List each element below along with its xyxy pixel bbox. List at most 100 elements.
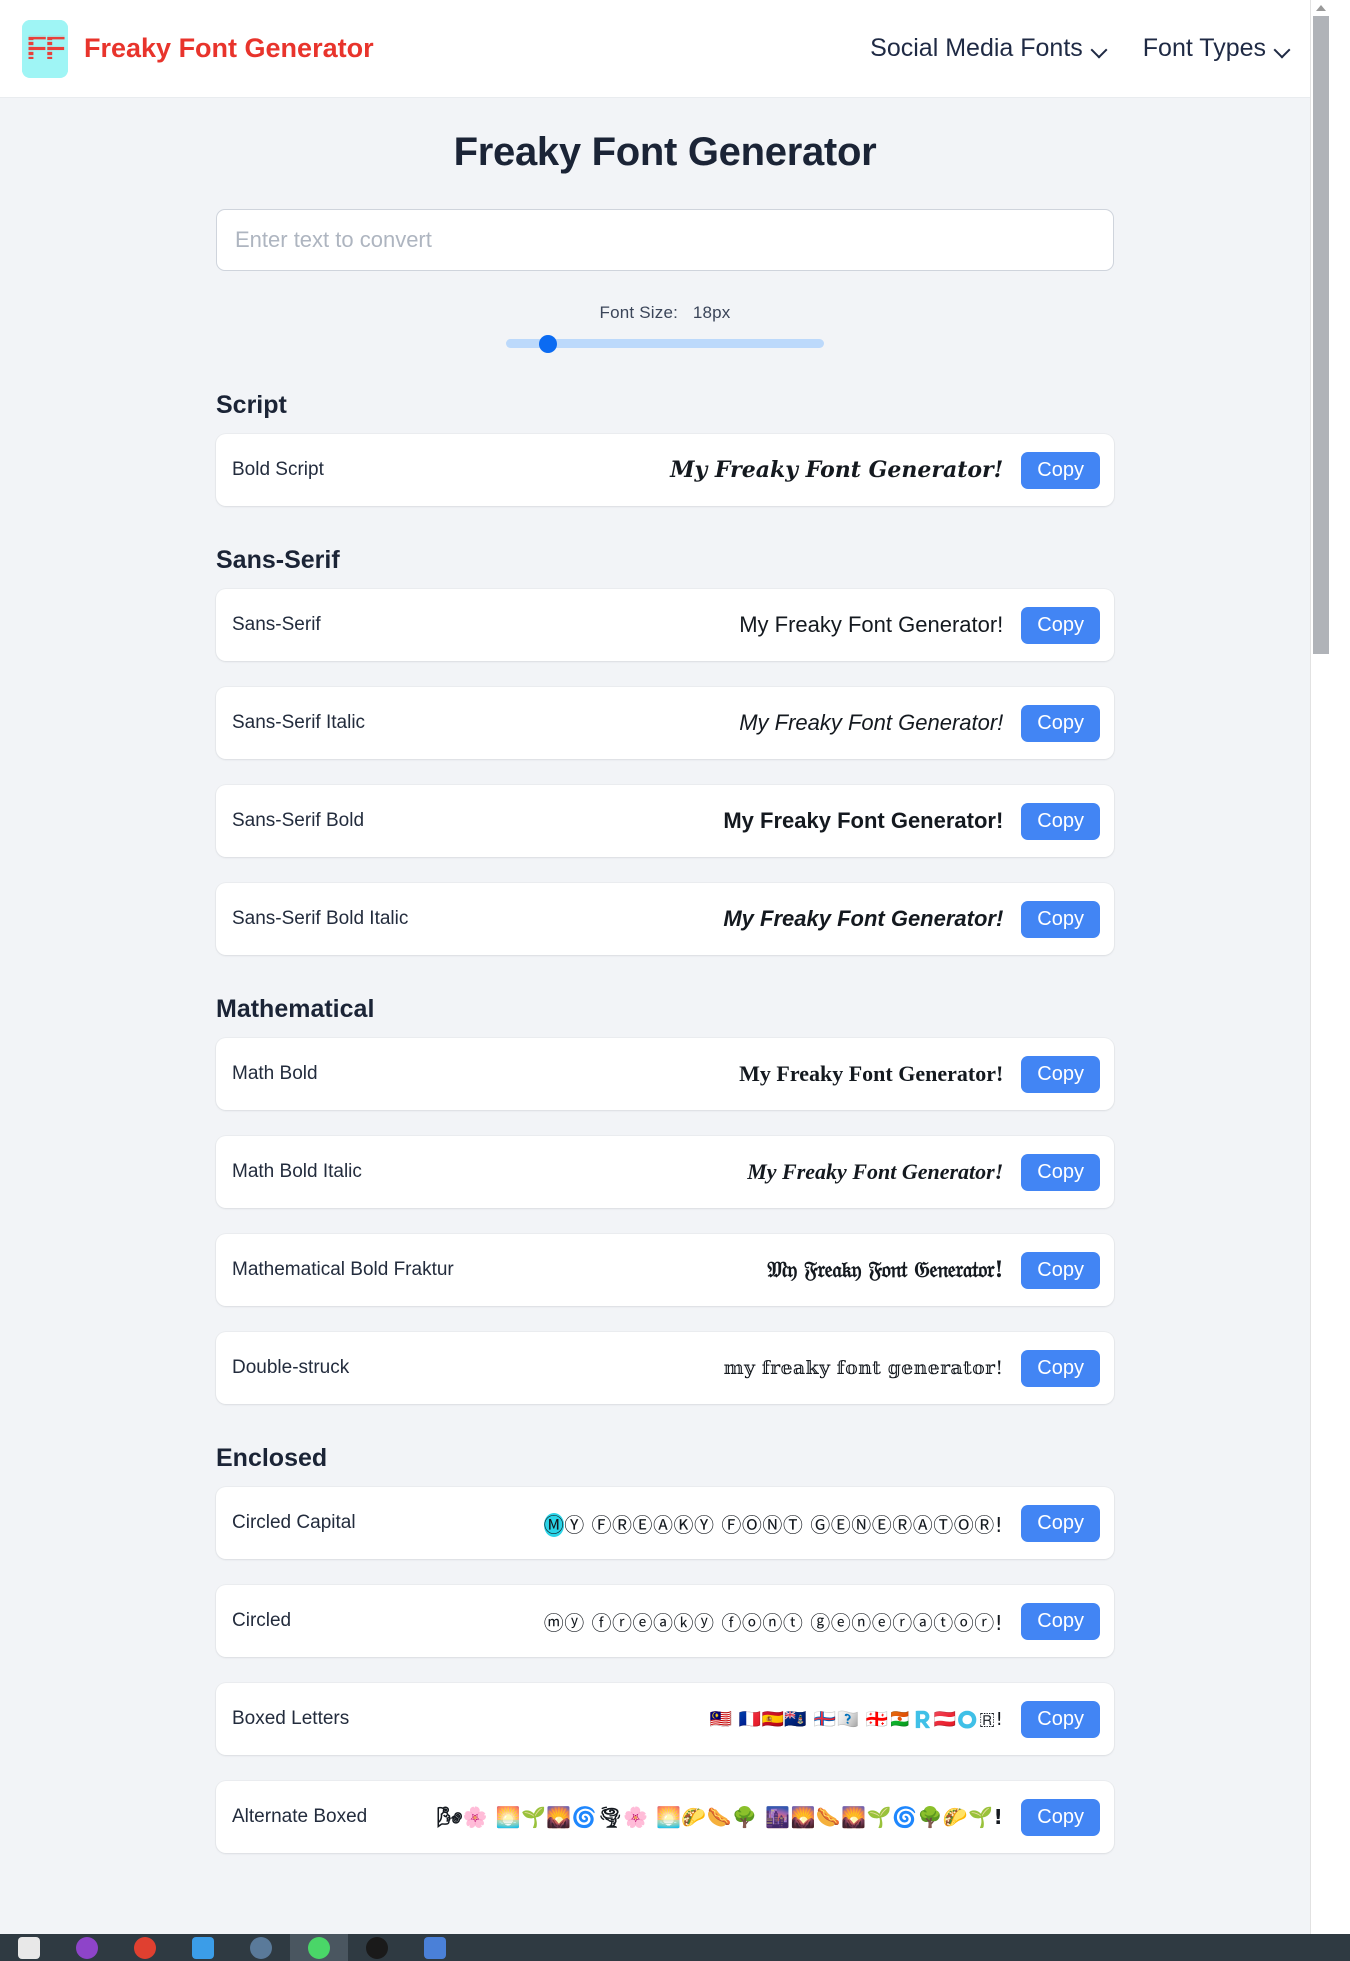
taskbar-chrome-icon[interactable]	[116, 1934, 174, 1961]
taskbar-editor-icon[interactable]	[406, 1934, 464, 1961]
font-row: Mathematical Bold Fraktur 𝔐𝔶 𝔉𝔯𝔢𝔞𝔨𝔶 𝔉𝔬𝔫𝔱 …	[216, 1234, 1114, 1306]
copy-button[interactable]: Copy	[1021, 1055, 1100, 1093]
taskbar-files-icon[interactable]	[0, 1934, 58, 1961]
os-taskbar	[0, 1934, 1350, 1961]
font-row-sample: 🌬🌸 🌅🌱🌄🌀🌪🌸 🌅🌮🌭🌳 🌆🌄🌭🌄🌱🌀🌳🌮🌱!	[436, 1805, 1004, 1829]
font-row: Double-struck 𝕞𝕪 𝕗𝕣𝕖𝕒𝕜𝕪 𝕗𝕠𝕟𝕥 𝕘𝕖𝕟𝕖𝕣𝕒𝕥𝕠𝕣! Co…	[216, 1332, 1114, 1404]
copy-button[interactable]: Copy	[1021, 1700, 1100, 1738]
font-row-label: Alternate Boxed	[232, 1806, 368, 1827]
copy-button[interactable]: Copy	[1021, 1798, 1100, 1836]
taskbar-terminal-icon[interactable]	[348, 1934, 406, 1961]
font-sections: Script Bold Script My Freaky Font Generato…	[216, 391, 1114, 1853]
font-row: Circled ⓜⓨ ⓕⓡⓔⓐⓚⓨ ⓕⓞⓝⓣ ⓖⓔⓝⓔⓡⓐⓣⓞⓡ! Copy	[216, 1585, 1114, 1657]
main-content: Freaky Font Generator Font Size: 18px Sc…	[0, 130, 1330, 1853]
font-row-sample: 𝔐𝔶 𝔉𝔯𝔢𝔞𝔨𝔶 𝔉𝔬𝔫𝔱 𝔊𝔢𝔫𝔢𝔯𝔞𝔱𝔬𝔯!	[767, 1257, 1004, 1283]
top-navbar: FF Freaky Font Generator Social Media Fo…	[0, 0, 1330, 98]
font-row-sample: My Freaky Font Generator!	[739, 710, 1004, 735]
scrollbar-thumb[interactable]	[1313, 16, 1329, 654]
font-row-label: Sans-Serif Bold Italic	[232, 908, 409, 929]
section-heading: Enclosed	[216, 1444, 328, 1472]
font-size-slider[interactable]	[506, 335, 824, 353]
section-heading: Script	[216, 391, 287, 419]
font-row-sample: My Freaky Font Generator!	[670, 457, 1004, 483]
copy-button[interactable]: Copy	[1021, 900, 1100, 938]
font-row: Math Bold My Freaky Font Generator! Copy	[216, 1038, 1114, 1110]
font-row-sample: My Freaky Font Generator!	[723, 906, 1004, 931]
font-row-label: Double-struck	[232, 1357, 350, 1378]
nav-item-label: Font Types	[1142, 34, 1266, 62]
font-row-label: Sans-Serif Bold	[232, 810, 365, 831]
font-size-value: 18px	[692, 303, 731, 322]
terminal-icon	[366, 1936, 388, 1959]
font-row: Math Bold Italic My Freaky Font Generator…	[216, 1136, 1114, 1208]
font-row-label: Math Bold	[232, 1063, 318, 1084]
font-row-label: Circled	[232, 1610, 292, 1631]
copy-button[interactable]: Copy	[1021, 606, 1100, 644]
font-row: Sans-Serif My Freaky Font Generator! Copy	[216, 589, 1114, 661]
font-row: Bold Script My Freaky Font Generator! Copy	[216, 434, 1114, 506]
ff-logo-icon: FF	[22, 19, 68, 78]
section-heading: Mathematical	[216, 995, 375, 1023]
copy-button[interactable]: Copy	[1021, 1602, 1100, 1640]
taskbar-gimp-icon[interactable]	[232, 1934, 290, 1961]
font-row-sample: 🇲🇾 🇫🇷🇪🇦🇰🇾 🇫🇴🇳🇹 🇬🇪🇳🇪🇷🇦🇹🇴🇷!	[709, 1708, 1004, 1730]
font-size-control: Font Size: 18px	[216, 303, 1114, 353]
copy-button[interactable]: Copy	[1021, 1251, 1100, 1289]
taskbar-media-player-icon[interactable]	[58, 1934, 116, 1961]
font-row: Sans-Serif Bold Italic My Freaky Font Gen…	[216, 883, 1114, 955]
copy-button[interactable]: Copy	[1021, 1504, 1100, 1542]
brand-title: Freaky Font Generator	[84, 33, 374, 63]
whatsapp-icon	[308, 1936, 330, 1959]
copy-button[interactable]: Copy	[1021, 704, 1100, 742]
font-row-sample: 𝕞𝕪 𝕗𝕣𝕖𝕒𝕜𝕪 𝕗𝕠𝕟𝕥 𝕘𝕖𝕟𝕖𝕣𝕒𝕥𝕠𝕣!	[723, 1357, 1004, 1379]
vertical-scrollbar[interactable]	[1310, 0, 1330, 1934]
font-row-label: Mathematical Bold Fraktur	[232, 1259, 454, 1280]
font-row-label: Sans-Serif	[232, 614, 321, 635]
logo-letters: FF	[26, 29, 66, 67]
font-row-label: Math Bold Italic	[232, 1161, 362, 1182]
brand-logo-link[interactable]: FF Freaky Font Generator	[22, 19, 374, 78]
copy-button[interactable]: Copy	[1021, 1153, 1100, 1191]
chevron-down-icon	[1092, 44, 1107, 53]
slider-thumb[interactable]	[539, 335, 557, 353]
font-row-sample: My Freaky Font Generator!	[739, 1061, 1004, 1086]
media-player-icon	[76, 1936, 98, 1959]
taskbar-telegram-icon[interactable]	[174, 1934, 232, 1961]
highlighted-glyph: Ⓜ	[543, 1512, 565, 1537]
chevron-down-icon	[1275, 44, 1290, 53]
font-row: Circled Capital ⓂⓎ ⒻⓇⒺⒶⓀⓎ ⒻⓄⓃⓉ ⒼⒺⓃⒺⓇⒶⓉⓄⓇ!…	[216, 1487, 1114, 1559]
copy-button[interactable]: Copy	[1021, 1349, 1100, 1387]
gimp-icon	[250, 1936, 272, 1959]
font-row-sample: ⓜⓨ ⓕⓡⓔⓐⓚⓨ ⓕⓞⓝⓣ ⓖⓔⓝⓔⓡⓐⓣⓞⓡ!	[543, 1610, 1004, 1635]
browser-viewport: FF Freaky Font Generator Social Media Fo…	[0, 0, 1330, 1934]
font-row: Sans-Serif Italic My Freaky Font Generato…	[216, 687, 1114, 759]
font-row-label: Sans-Serif Italic	[232, 712, 366, 733]
text-input[interactable]	[216, 209, 1114, 271]
font-row-sample: My Freaky Font Generator!	[723, 808, 1004, 833]
page-title: Freaky Font Generator	[453, 130, 877, 174]
nav-links: Social Media Fonts Font Types	[870, 34, 1290, 63]
editor-icon	[424, 1936, 446, 1959]
nav-item-font-types[interactable]: Font Types	[1143, 34, 1290, 63]
font-row: Sans-Serif Bold My Freaky Font Generator!…	[216, 785, 1114, 857]
font-size-label-text: Font Size:	[599, 303, 679, 322]
font-row: Alternate Boxed 🌬🌸 🌅🌱🌄🌀🌪🌸 🌅🌮🌭🌳 🌆🌄🌭🌄🌱🌀🌳🌮🌱!…	[216, 1781, 1114, 1853]
copy-button[interactable]: Copy	[1021, 451, 1100, 489]
font-row-sample: ⓂⓎ ⒻⓇⒺⒶⓀⓎ ⒻⓄⓃⓉ ⒼⒺⓃⒺⓇⒶⓉⓄⓇ!	[543, 1512, 1004, 1537]
font-row-label: Boxed Letters	[232, 1708, 350, 1729]
nav-item-social-media-fonts[interactable]: Social Media Fonts	[870, 34, 1107, 63]
copy-button[interactable]: Copy	[1021, 802, 1100, 840]
telegram-icon	[192, 1936, 214, 1959]
font-row-label: Bold Script	[232, 459, 324, 480]
chrome-icon	[134, 1936, 156, 1959]
font-row-sample: My Freaky Font Generator!	[747, 1159, 1004, 1184]
scroll-up-arrow-icon[interactable]	[1316, 5, 1326, 11]
font-row: Boxed Letters 🇲🇾 🇫🇷🇪🇦🇰🇾 🇫🇴🇳🇹 🇬🇪🇳🇪🇷🇦🇹🇴🇷! Co…	[216, 1683, 1114, 1755]
taskbar-whatsapp-icon[interactable]	[290, 1934, 348, 1961]
font-row-label: Circled Capital	[232, 1512, 356, 1533]
nav-item-label: Social Media Fonts	[870, 34, 1083, 62]
section-heading: Sans-Serif	[216, 546, 340, 574]
files-icon	[18, 1936, 40, 1959]
content-shell: Font Size: 18px Script Bold Script My Frea…	[216, 209, 1114, 1853]
font-size-label: Font Size: 18px	[216, 303, 1114, 323]
